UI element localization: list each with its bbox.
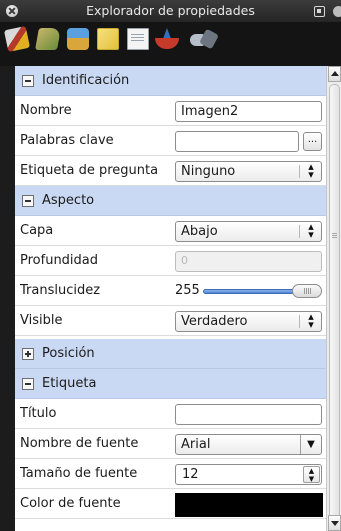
color-fuente-swatch[interactable] (175, 493, 323, 517)
section-label: Identificación (42, 73, 130, 88)
spinning-top-icon[interactable] (154, 28, 179, 50)
section-label: Etiqueta (42, 376, 97, 391)
prop-label: Nombre de fuente (20, 436, 139, 451)
scene-icon[interactable] (67, 28, 89, 50)
select-separator (299, 315, 300, 328)
vertical-scrollbar[interactable] (326, 66, 341, 531)
toolbar (0, 22, 341, 66)
section-aspecto[interactable]: Aspecto (15, 186, 326, 216)
sound-icon[interactable] (190, 28, 212, 50)
updown-arrows-icon: ▴ ▾ (308, 310, 314, 331)
section-posicion[interactable]: Posición (15, 339, 326, 369)
dock-icon[interactable] (314, 6, 325, 17)
prop-label: Visible (20, 313, 63, 328)
tamano-fuente-spinner[interactable]: 12 ▲ ▼ (175, 464, 322, 485)
profundidad-input: 0 (175, 251, 322, 272)
spinner-arrows-icon[interactable]: ▲ ▼ (303, 466, 320, 483)
prop-label: Nombre (20, 103, 72, 118)
browse-button[interactable]: ... (303, 132, 322, 151)
scroll-down-icon[interactable] (328, 515, 341, 531)
prop-row-palabras-clave: Palabras clave ... (15, 126, 326, 156)
select-value: Arial (181, 437, 211, 452)
chevron-down-icon[interactable]: ▼ (300, 435, 321, 454)
select-separator (299, 165, 300, 178)
collapse-icon[interactable] (22, 195, 34, 207)
section-label: Aspecto (42, 193, 95, 208)
title-bar: Explorador de propiedades (0, 0, 341, 22)
prop-label: Etiqueta de pregunta (20, 163, 159, 178)
prop-label: Tamaño de fuente (20, 466, 138, 481)
updown-arrows-icon: ▴ ▾ (308, 160, 314, 181)
prop-row-color-fuente: Color de fuente (15, 489, 326, 519)
select-separator (299, 225, 300, 238)
prop-label: Título (20, 406, 57, 421)
translucidez-slider-thumb[interactable] (292, 284, 322, 298)
notes-icon[interactable] (97, 28, 119, 50)
prop-row-nombre-fuente: Nombre de fuente Arial ▼ (15, 429, 326, 459)
section-etiqueta[interactable]: Etiqueta (15, 369, 326, 399)
nombre-fuente-select[interactable]: Arial ▼ (175, 434, 322, 455)
blocks-icon[interactable] (3, 25, 31, 53)
translucidez-value: 255 (175, 283, 200, 298)
collapse-icon[interactable] (22, 75, 34, 87)
scroll-up-icon[interactable] (328, 66, 341, 82)
prop-row-tamano-fuente: Tamaño de fuente 12 ▲ ▼ (15, 459, 326, 489)
prop-row-profundidad: Profundidad 0 (15, 246, 326, 276)
prop-row-etiqueta-pregunta: Etiqueta de pregunta Ninguno ▴ ▾ (15, 156, 326, 186)
window-title: Explorador de propiedades (86, 3, 255, 18)
collapse-icon[interactable] (22, 378, 34, 390)
prop-label: Color de fuente (20, 496, 121, 511)
prop-row-nombre: Nombre Imagen2 (15, 96, 326, 126)
prop-row-translucidez: Translucidez 255 (15, 276, 326, 306)
capa-select[interactable]: Abajo ▴ ▾ (175, 221, 322, 242)
property-grid: Identificación Nombre Imagen2 Palabras c… (15, 66, 326, 531)
titulo-input[interactable] (175, 404, 322, 425)
palabras-clave-input[interactable] (175, 131, 299, 152)
select-value: Ninguno (181, 164, 236, 179)
etiqueta-pregunta-select[interactable]: Ninguno ▴ ▾ (175, 161, 322, 182)
paint-icon[interactable] (35, 28, 61, 50)
prop-label: Translucidez (20, 283, 101, 298)
visible-select[interactable]: Verdadero ▴ ▾ (175, 311, 322, 332)
section-label: Posición (42, 346, 95, 361)
prop-row-visible: Visible Verdadero ▴ ▾ (15, 306, 326, 336)
updown-arrows-icon: ▴ ▾ (308, 220, 314, 241)
select-value: Verdadero (181, 314, 248, 329)
expand-icon[interactable] (22, 348, 34, 360)
prop-label: Profundidad (20, 253, 99, 268)
spinner-value: 12 (182, 467, 199, 482)
window-menu-icon[interactable] (333, 6, 341, 17)
prop-row-next (15, 519, 326, 531)
scroll-thumb[interactable] (329, 84, 340, 524)
select-value: Abajo (181, 224, 218, 239)
prop-row-titulo: Título (15, 399, 326, 429)
prop-label: Capa (20, 223, 54, 238)
prop-row-capa: Capa Abajo ▴ ▾ (15, 216, 326, 246)
nombre-input[interactable]: Imagen2 (175, 101, 322, 122)
prop-label: Palabras clave (20, 133, 114, 148)
section-identificacion[interactable]: Identificación (15, 66, 326, 96)
document-icon[interactable] (127, 28, 149, 50)
